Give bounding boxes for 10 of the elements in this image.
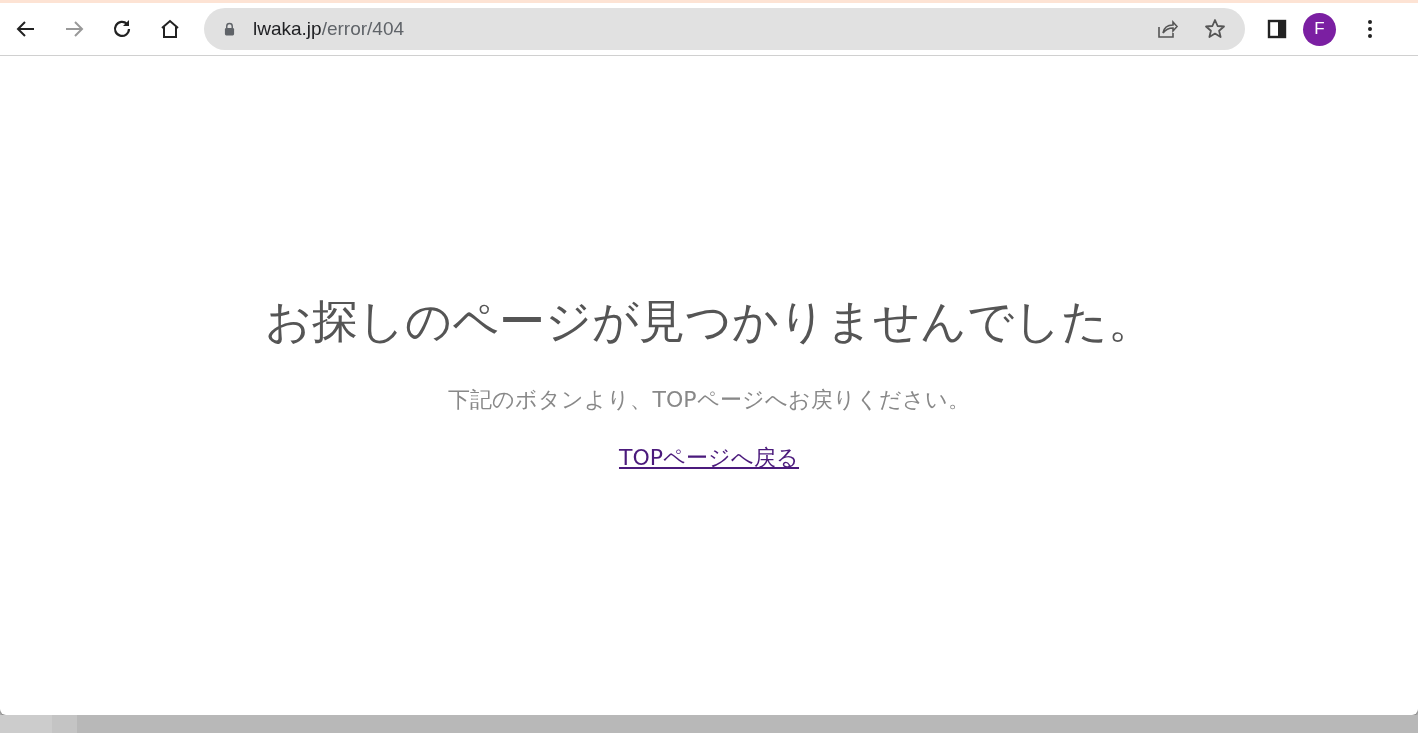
profile-avatar[interactable]: F bbox=[1303, 12, 1336, 46]
top-page-link[interactable]: TOPページへ戻る bbox=[619, 443, 799, 473]
page-message: 下記のボタンより、TOPページへお戻りください。 bbox=[448, 386, 970, 414]
lock-icon[interactable] bbox=[224, 22, 235, 36]
url-text: lwaka.jp/error/404 bbox=[253, 18, 406, 40]
share-icon[interactable] bbox=[1155, 17, 1179, 41]
page-heading: お探しのページが見つかりませんでした。 bbox=[264, 293, 1154, 350]
address-bar[interactable]: lwaka.jp/error/404 bbox=[204, 8, 1245, 50]
side-panel-icon[interactable] bbox=[1265, 17, 1289, 41]
star-icon[interactable] bbox=[1203, 17, 1227, 41]
